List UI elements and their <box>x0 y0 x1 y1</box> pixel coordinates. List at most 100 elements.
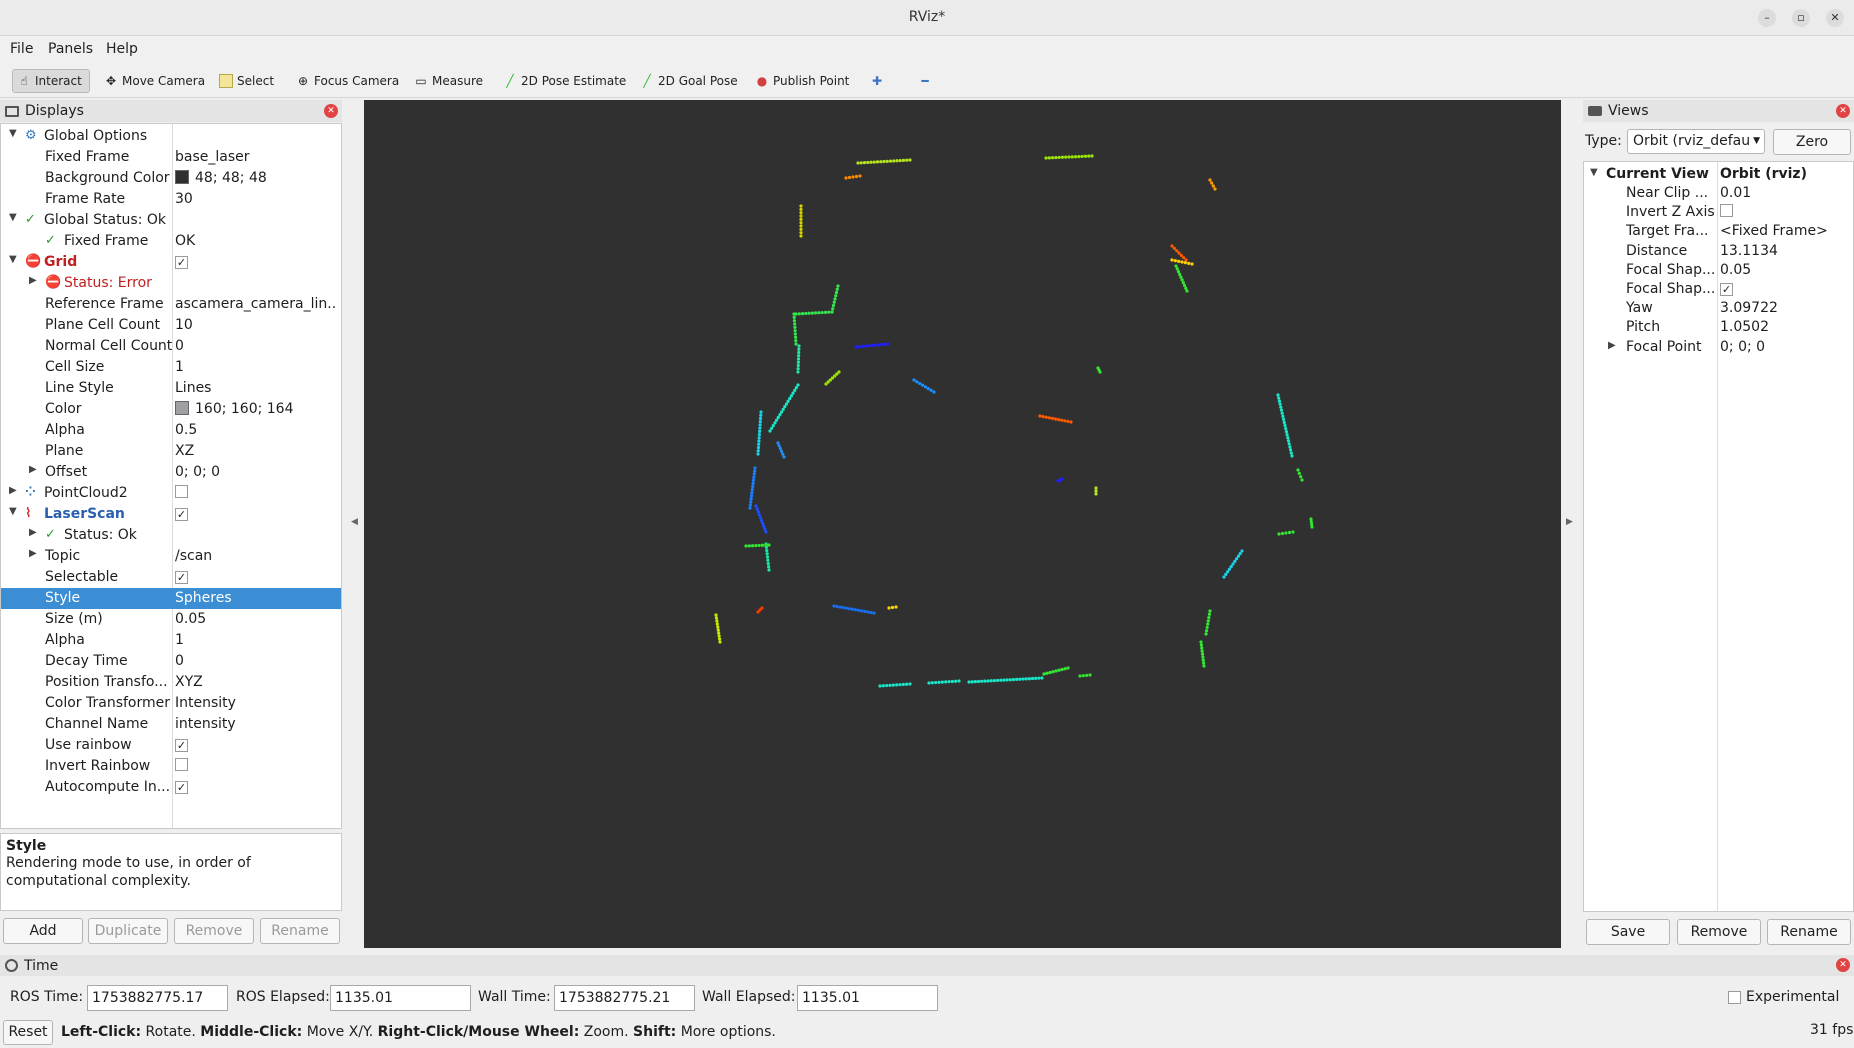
checkbox[interactable] <box>1720 204 1733 218</box>
view-property-value[interactable]: 1.0502 <box>1720 319 1769 335</box>
collapse-right-icon[interactable]: ▶ <box>1566 517 1573 527</box>
checkbox[interactable]: ✓ <box>175 508 188 521</box>
remove-tool-button[interactable]: ━ <box>914 69 936 93</box>
duplicate-display-button[interactable]: Duplicate <box>88 918 168 944</box>
property-value[interactable]: XYZ <box>175 674 335 690</box>
checkbox[interactable] <box>175 758 188 771</box>
display-row-style[interactable]: Style Spheres <box>1 588 341 609</box>
wall-time-field[interactable]: 1753882775.21 <box>554 985 695 1011</box>
display-row-offset[interactable]: ▶ Offset 0; 0; 0 <box>1 462 341 483</box>
view-row-yaw[interactable]: Yaw 3.09722 <box>1584 299 1854 318</box>
close-panel-icon[interactable]: ✕ <box>324 104 338 118</box>
close-time-icon[interactable]: ✕ <box>1836 958 1850 972</box>
display-row-selectable[interactable]: Selectable ✓ <box>1 567 341 588</box>
menu-file[interactable]: File <box>10 41 33 57</box>
display-row-status-error[interactable]: ▶ ⛔ Status: Error <box>1 273 341 294</box>
tool-focus-camera[interactable]: ⊕ Focus Camera <box>292 69 403 93</box>
view-row-focal-shap[interactable]: Focal Shap... ✓ <box>1584 280 1854 299</box>
view-property-value[interactable]: 0.01 <box>1720 185 1751 201</box>
property-value[interactable]: intensity <box>175 716 335 732</box>
property-value[interactable]: 0 <box>175 653 335 669</box>
property-value[interactable]: Lines <box>175 380 335 396</box>
display-row-global-status-ok[interactable]: ▼ ✓ Global Status: Ok <box>1 210 341 231</box>
display-row-plane-cell-count[interactable]: Plane Cell Count 10 <box>1 315 341 336</box>
expand-right-icon[interactable]: ▶ <box>29 464 37 475</box>
property-value[interactable]: ✓ <box>175 569 335 585</box>
property-value[interactable]: Spheres <box>175 590 335 606</box>
checkbox[interactable]: ✓ <box>175 571 188 584</box>
checkbox[interactable]: ✓ <box>1720 283 1733 296</box>
save-view-button[interactable]: Save <box>1586 919 1670 945</box>
tool-measure[interactable]: ▭ Measure <box>410 69 487 93</box>
display-row-status-ok[interactable]: ▶ ✓ Status: Ok <box>1 525 341 546</box>
expand-down-icon[interactable]: ▼ <box>9 506 17 517</box>
view-property-value[interactable]: 0; 0; 0 <box>1720 339 1765 355</box>
property-value[interactable]: 0.05 <box>175 611 335 627</box>
render-viewport[interactable] <box>364 100 1561 948</box>
display-row-color-transformer[interactable]: Color Transformer Intensity <box>1 693 341 714</box>
ros-time-field[interactable]: 1753882775.17 <box>87 985 228 1011</box>
property-value[interactable]: ✓ <box>175 779 335 795</box>
display-row-cell-size[interactable]: Cell Size 1 <box>1 357 341 378</box>
property-value[interactable]: ascamera_camera_lin... <box>175 296 335 312</box>
remove-display-button[interactable]: Remove <box>174 918 254 944</box>
maximize-icon[interactable]: ▫ <box>1792 9 1810 27</box>
display-row-grid[interactable]: ▼ ⛔ Grid ✓ <box>1 252 341 273</box>
property-value[interactable]: 1 <box>175 632 335 648</box>
display-row-topic[interactable]: ▶ Topic/scan <box>1 546 341 567</box>
display-row-position-transfo[interactable]: Position Transfo... XYZ <box>1 672 341 693</box>
display-row-autocompute-in[interactable]: Autocompute In... ✓ <box>1 777 341 798</box>
add-tool-button[interactable]: ✚ <box>866 69 888 93</box>
property-value[interactable]: ✓ <box>175 506 335 522</box>
expand-right-icon[interactable]: ▶ <box>29 275 37 286</box>
display-row-reference-frame[interactable]: Reference Frame ascamera_camera_lin... <box>1 294 341 315</box>
view-property-value[interactable]: 13.1134 <box>1720 243 1778 259</box>
reset-button[interactable]: Reset <box>3 1020 53 1045</box>
display-row-fixed-frame[interactable]: Fixed Frame base_laser <box>1 147 341 168</box>
display-row-laserscan[interactable]: ▼ ⌇ LaserScan ✓ <box>1 504 341 525</box>
expand-down-icon[interactable]: ▼ <box>9 254 17 265</box>
color-swatch[interactable] <box>175 170 189 184</box>
checkbox[interactable]: ✓ <box>175 781 188 794</box>
display-row-line-style[interactable]: Line Style Lines <box>1 378 341 399</box>
property-value[interactable]: 10 <box>175 317 335 333</box>
view-property-value[interactable]: 0.05 <box>1720 262 1751 278</box>
expand-right-icon[interactable]: ▶ <box>29 527 37 538</box>
display-row-background-color[interactable]: Background Color 48; 48; 48 <box>1 168 341 189</box>
zero-button[interactable]: Zero <box>1773 129 1851 155</box>
property-value[interactable]: OK <box>175 233 335 249</box>
menu-panels[interactable]: Panels <box>48 41 93 57</box>
display-row-color[interactable]: Color 160; 160; 164 <box>1 399 341 420</box>
property-value[interactable]: 48; 48; 48 <box>175 170 335 186</box>
property-value[interactable]: 0; 0; 0 <box>175 464 335 480</box>
property-value[interactable]: XZ <box>175 443 335 459</box>
display-row-global-options[interactable]: ▼ ⚙ Global Options <box>1 126 341 147</box>
expand-down-icon[interactable]: ▼ <box>9 212 17 223</box>
display-row-alpha[interactable]: Alpha 1 <box>1 630 341 651</box>
close-icon[interactable]: ✕ <box>1826 9 1844 27</box>
display-row-plane[interactable]: Plane XZ <box>1 441 341 462</box>
display-row-size-m[interactable]: Size (m) 0.05 <box>1 609 341 630</box>
property-value[interactable]: /scan <box>175 548 335 564</box>
expand-right-icon[interactable]: ▶ <box>9 485 17 496</box>
add-display-button[interactable]: Add <box>3 918 83 944</box>
checkbox[interactable]: ✓ <box>175 739 188 752</box>
property-value[interactable] <box>175 758 335 775</box>
wall-elapsed-field[interactable]: 1135.01 <box>797 985 938 1011</box>
current-view-row[interactable]: ▼ Current View Orbit (rviz) <box>1584 165 1854 184</box>
property-value[interactable]: base_laser <box>175 149 335 165</box>
property-value[interactable]: Intensity <box>175 695 335 711</box>
expand-right-icon[interactable]: ▶ <box>1608 340 1616 351</box>
view-row-invert-z-axis[interactable]: Invert Z Axis <box>1584 203 1854 222</box>
minimize-icon[interactable]: – <box>1758 9 1776 27</box>
tool-move-camera[interactable]: ✥ Move Camera <box>100 69 209 93</box>
collapse-left-icon[interactable]: ◀ <box>351 517 358 527</box>
ros-elapsed-field[interactable]: 1135.01 <box>330 985 471 1011</box>
tool-select[interactable]: Select <box>215 69 278 93</box>
display-row-invert-rainbow[interactable]: Invert Rainbow <box>1 756 341 777</box>
rename-display-button[interactable]: Rename <box>260 918 340 944</box>
rename-view-button[interactable]: Rename <box>1767 919 1851 945</box>
tool-2d-pose-estimate[interactable]: ╱ 2D Pose Estimate <box>499 69 630 93</box>
view-row-target-fra[interactable]: Target Fra... <Fixed Frame> <box>1584 222 1854 241</box>
experimental-checkbox[interactable] <box>1728 991 1741 1004</box>
